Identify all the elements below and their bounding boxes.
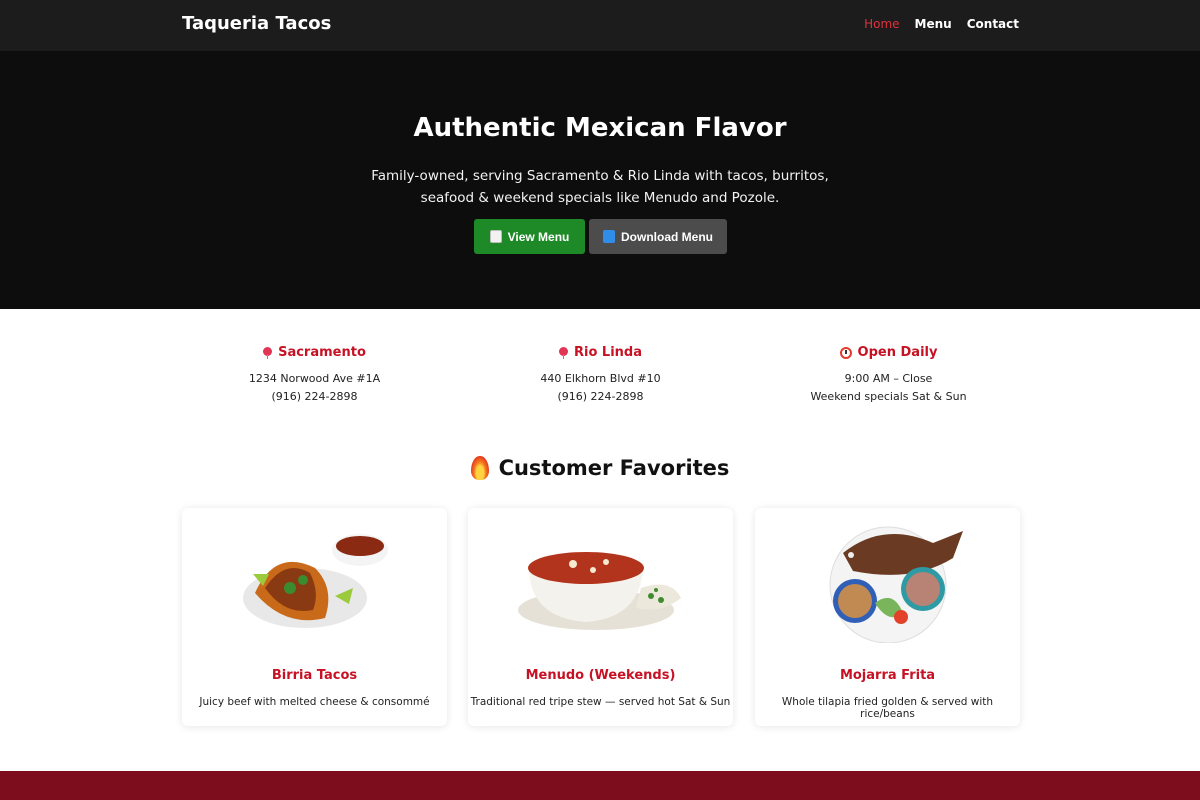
download-menu-label: Download Menu <box>621 229 713 244</box>
favorite-card-menudo[interactable]: Menudo (Weekends) Traditional red tripe … <box>468 508 733 726</box>
nav-contact-link[interactable]: Contact <box>967 17 1019 31</box>
hero-section: Authentic Mexican Flavor Family-owned, s… <box>0 51 1200 309</box>
pin-icon <box>263 346 273 359</box>
location-sacramento: Sacramento 1234 Norwood Ave #1A (916) 22… <box>171 345 458 406</box>
menudo-image <box>468 508 733 648</box>
location-address: 440 Elkhorn Blvd #10 <box>540 372 661 385</box>
hero-title: Authentic Mexican Flavor <box>413 113 787 143</box>
brand-logo[interactable]: Taqueria Tacos <box>182 13 331 34</box>
favorite-card-birria[interactable]: Birria Tacos Juicy beef with melted chee… <box>182 508 447 726</box>
favorite-card-mojarra[interactable]: Mojarra Frita Whole tilapia fried golden… <box>755 508 1020 726</box>
download-arrow-icon <box>603 230 615 243</box>
favorite-description: Traditional red tripe stew — served hot … <box>470 696 731 708</box>
location-title: Sacramento <box>171 345 458 360</box>
location-address: 1234 Norwood Ave #1A <box>248 372 381 385</box>
download-menu-button[interactable]: Download Menu <box>589 219 727 254</box>
favorite-name: Birria Tacos <box>271 668 358 683</box>
hero-subtitle: Family-owned, serving Sacramento & Rio L… <box>371 168 829 206</box>
favorites-heading: Customer Favorites <box>0 456 1200 480</box>
favorite-description: Juicy beef with melted cheese & consommé <box>199 696 430 708</box>
fire-icon <box>470 456 489 480</box>
view-menu-button[interactable]: View Menu <box>474 219 585 254</box>
pin-icon <box>559 346 568 359</box>
location-phone[interactable]: (916) 224-2898 <box>457 388 744 406</box>
location-rio-linda: Rio Linda 440 Elkhorn Blvd #10 (916) 224… <box>457 345 744 406</box>
hours-label: Open Daily <box>857 345 938 360</box>
nav-links: Home Menu Contact <box>864 17 1019 31</box>
location-name: Sacramento <box>278 345 366 360</box>
location-phone[interactable]: (916) 224-2898 <box>171 388 458 406</box>
footer <box>0 771 1200 800</box>
favorite-name: Mojarra Frita <box>839 668 936 683</box>
clipboard-icon <box>489 230 502 243</box>
nav-home-link[interactable]: Home <box>864 17 899 31</box>
birria-tacos-image <box>182 508 447 648</box>
hours-title: Open Daily <box>745 345 1032 360</box>
hours-time: 9:00 AM – Close <box>844 372 933 385</box>
favorite-name: Menudo (Weekends) <box>525 668 676 683</box>
hours-info: Open Daily 9:00 AM – Close Weekend speci… <box>745 345 1032 406</box>
location-title: Rio Linda <box>457 345 744 360</box>
location-name: Rio Linda <box>574 345 642 360</box>
navbar: Taqueria Tacos Home Menu Contact <box>0 0 1200 51</box>
nav-menu-link[interactable]: Menu <box>915 17 952 31</box>
alarm-clock-icon <box>839 346 852 359</box>
favorites-title: Customer Favorites <box>498 456 730 480</box>
mojarra-frita-image <box>755 508 1020 648</box>
weekend-note: Weekend specials Sat & Sun <box>810 390 967 403</box>
favorite-description: Whole tilapia fried golden & served with… <box>781 696 994 720</box>
locations-info: Sacramento 1234 Norwood Ave #1A (916) 22… <box>0 309 1200 439</box>
view-menu-label: View Menu <box>507 229 570 244</box>
